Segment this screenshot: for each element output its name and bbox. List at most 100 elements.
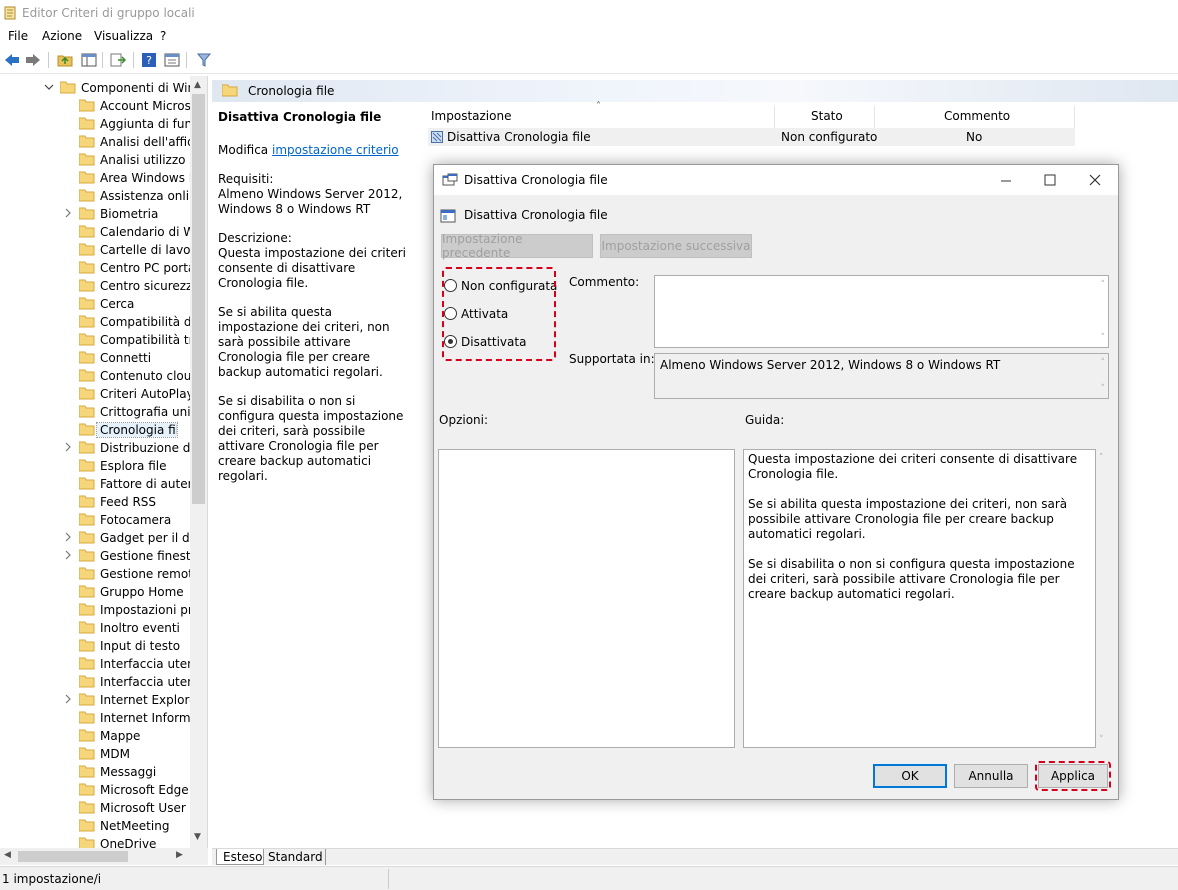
previous-setting-button[interactable]: Impostazione precedente bbox=[441, 232, 593, 260]
tree-item[interactable]: Assistenza online bbox=[0, 187, 190, 205]
tree-vertical-scrollbar[interactable]: ▲ ▼ bbox=[190, 76, 207, 848]
tree-item[interactable]: Calendario di Wi bbox=[0, 223, 190, 241]
tree-item[interactable]: Area Windows In bbox=[0, 169, 190, 187]
tree-item[interactable]: Messaggi bbox=[0, 763, 190, 781]
chevron-down-icon[interactable] bbox=[44, 82, 54, 92]
tree-item[interactable]: Connetti bbox=[0, 349, 190, 367]
chevron-right-icon[interactable] bbox=[63, 442, 73, 452]
tree-item[interactable]: Account Microso bbox=[0, 97, 190, 115]
tree-item[interactable]: Cerca bbox=[0, 295, 190, 313]
tree-item[interactable]: Gruppo Home bbox=[0, 583, 190, 601]
scroll-up-icon[interactable]: ˄ bbox=[1101, 358, 1106, 368]
scroll-up-icon[interactable]: ˄ bbox=[1101, 280, 1106, 290]
tree-item[interactable]: Internet Explorer bbox=[0, 691, 190, 709]
tree-item[interactable]: Fotocamera bbox=[0, 511, 190, 529]
help-icon[interactable]: ? bbox=[140, 51, 158, 69]
edit-policy-link[interactable]: impostazione criterio bbox=[272, 143, 399, 157]
menu-azione[interactable]: Azione bbox=[42, 29, 82, 43]
tree-item[interactable]: Aggiunta di funz bbox=[0, 115, 190, 133]
tree-item[interactable]: Impostazioni pre bbox=[0, 601, 190, 619]
row-state: Non configurato bbox=[781, 130, 878, 144]
tree-item[interactable]: Cartelle di lavoro bbox=[0, 241, 190, 259]
scroll-down-icon[interactable]: ˅ bbox=[1101, 384, 1106, 394]
column-header-state[interactable]: Stato bbox=[775, 106, 875, 128]
tree-item[interactable]: OneDrive bbox=[0, 835, 190, 848]
forward-icon[interactable] bbox=[24, 51, 42, 69]
tree-item[interactable]: Gadget per il des bbox=[0, 529, 190, 547]
tree-item[interactable]: Compatibilità tra bbox=[0, 331, 190, 349]
tree-item[interactable]: Gestione remota bbox=[0, 565, 190, 583]
column-header-setting[interactable]: Impostazione ˄ bbox=[428, 101, 775, 128]
tree-item[interactable]: Input di testo bbox=[0, 637, 190, 655]
status-bar: 1 impostazione/i bbox=[0, 866, 1178, 890]
export-list-icon[interactable] bbox=[109, 51, 127, 69]
up-folder-icon[interactable] bbox=[56, 51, 74, 69]
scroll-up-icon[interactable]: ▲ bbox=[194, 80, 201, 90]
tree-item[interactable]: Biometria bbox=[0, 205, 190, 223]
tree-scroll-thumb[interactable] bbox=[192, 94, 205, 504]
maximize-icon[interactable] bbox=[1044, 174, 1056, 186]
menu-visualizza[interactable]: Visualizza bbox=[94, 29, 153, 43]
tree-item[interactable]: NetMeeting bbox=[0, 817, 190, 835]
tree-horizontal-scrollbar[interactable]: ◀ ▶ bbox=[0, 848, 208, 865]
tree-item[interactable]: Interfaccia utente bbox=[0, 673, 190, 691]
folder-icon bbox=[79, 153, 95, 166]
tree-item-label: Crittografia unità bbox=[100, 405, 190, 419]
tree-item[interactable]: Gestione finestre bbox=[0, 547, 190, 565]
tab-standard[interactable]: Standard bbox=[264, 849, 326, 865]
tab-esteso[interactable]: Esteso bbox=[216, 849, 264, 865]
tree-item[interactable]: Distribuzione di p bbox=[0, 439, 190, 457]
tree-item[interactable]: MDM bbox=[0, 745, 190, 763]
tree-item[interactable]: Crittografia unità bbox=[0, 403, 190, 421]
back-icon[interactable] bbox=[3, 51, 21, 69]
tree-item[interactable]: Centro sicurezza bbox=[0, 277, 190, 295]
comment-field[interactable]: ˄ ˅ bbox=[654, 275, 1109, 348]
next-setting-button[interactable]: Impostazione successiva bbox=[600, 234, 752, 258]
minimize-icon[interactable] bbox=[1000, 175, 1012, 187]
tree-item[interactable]: Analisi dell'affida bbox=[0, 133, 190, 151]
tree-item[interactable]: Esplora file bbox=[0, 457, 190, 475]
tree-item[interactable]: Inoltro eventi bbox=[0, 619, 190, 637]
tree-item[interactable]: Criteri AutoPlay bbox=[0, 385, 190, 403]
folder-icon bbox=[79, 351, 95, 364]
tree-item[interactable]: Compatibilità di bbox=[0, 313, 190, 331]
scroll-right-icon[interactable]: ▶ bbox=[176, 850, 183, 860]
column-header-comment[interactable]: Commento bbox=[875, 106, 1075, 128]
ok-button[interactable]: OK bbox=[873, 764, 947, 788]
tree-item[interactable]: Contenuto cloud bbox=[0, 367, 190, 385]
scroll-left-icon[interactable]: ◀ bbox=[4, 850, 11, 860]
chevron-right-icon[interactable] bbox=[63, 550, 73, 560]
folder-icon bbox=[79, 747, 95, 760]
chevron-right-icon[interactable] bbox=[63, 532, 73, 542]
scroll-down-icon[interactable]: ▼ bbox=[194, 832, 201, 842]
tree-item[interactable]: Microsoft Edge bbox=[0, 781, 190, 799]
chevron-right-icon[interactable] bbox=[63, 208, 73, 218]
tree-item[interactable]: Mappe bbox=[0, 727, 190, 745]
filter-icon[interactable] bbox=[195, 51, 213, 69]
chevron-right-icon[interactable] bbox=[63, 694, 73, 704]
tree-item[interactable]: Interfaccia utente bbox=[0, 655, 190, 673]
tree-item[interactable]: Centro PC portat bbox=[0, 259, 190, 277]
tree-item[interactable]: Microsoft User Ex bbox=[0, 799, 190, 817]
tree-item[interactable]: Cronologia file bbox=[0, 421, 190, 439]
help-scroll-up-icon[interactable]: ˄ bbox=[1099, 453, 1104, 463]
tree-parent-node[interactable]: Componenti di Wind bbox=[0, 79, 190, 97]
folder-icon bbox=[222, 84, 238, 97]
tree-item[interactable]: Feed RSS bbox=[0, 493, 190, 511]
tree-item[interactable]: Fattore di autenti bbox=[0, 475, 190, 493]
menu-help[interactable]: ? bbox=[160, 29, 166, 43]
tree-item[interactable]: Analisi utilizzo so bbox=[0, 151, 190, 169]
tree-hscroll-thumb[interactable] bbox=[18, 851, 128, 862]
help-scroll-down-icon[interactable]: ˅ bbox=[1099, 735, 1104, 745]
scroll-down-icon[interactable]: ˅ bbox=[1101, 333, 1106, 343]
description-p3: Se si disabilita o non si configura ques… bbox=[218, 394, 404, 483]
close-icon[interactable] bbox=[1089, 174, 1101, 186]
cancel-button[interactable]: Annulla bbox=[954, 764, 1028, 788]
menu-file[interactable]: File bbox=[8, 29, 28, 43]
properties-icon[interactable] bbox=[163, 51, 181, 69]
folder-icon bbox=[79, 801, 95, 814]
tree-item-label: Area Windows In bbox=[100, 171, 190, 185]
table-row[interactable]: Disattiva Cronologia file Non configurat… bbox=[428, 128, 1075, 146]
tree-item[interactable]: Internet Informat bbox=[0, 709, 190, 727]
show-hide-tree-icon[interactable] bbox=[80, 51, 98, 69]
